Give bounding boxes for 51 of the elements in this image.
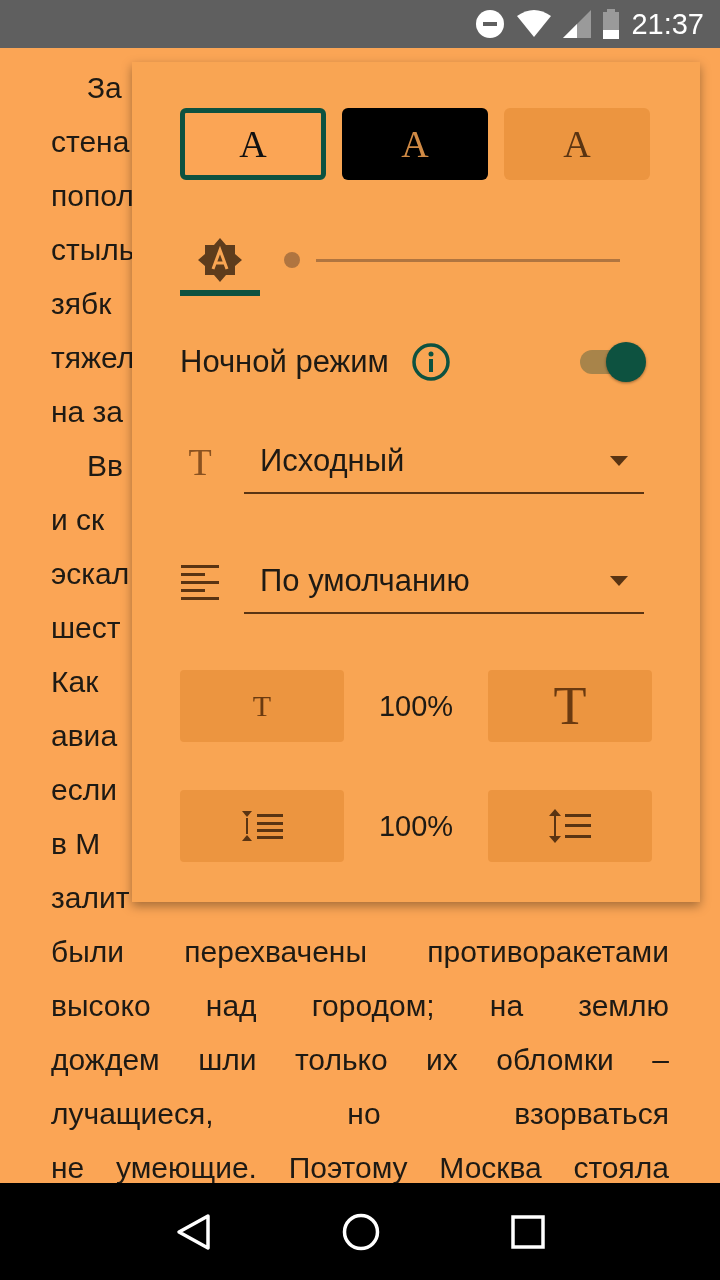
recents-icon[interactable] [510,1214,545,1249]
battery-icon [603,9,620,39]
wifi-icon [517,10,552,38]
brightness-slider[interactable] [284,250,620,270]
theme-button[interactable]: A [504,108,650,180]
text-line: попол [51,178,134,214]
do-not-disturb-icon [475,9,506,39]
text-line: авиа [51,718,118,754]
alignment-dropdown[interactable]: По умолчанию [244,550,644,614]
home-icon[interactable] [342,1212,380,1251]
theme-button[interactable]: A [342,108,488,180]
text-line: За [86,70,122,106]
auto-brightness-icon [197,237,243,283]
caret-icon [610,456,628,466]
text-line: стыль [51,232,135,268]
decrease-font-button[interactable]: T [180,670,344,742]
caret-icon [610,576,628,586]
text-line: высоко над городом; на землю [51,988,669,1024]
line-spacing-icon [549,809,591,843]
line-spacing-icon [241,809,283,843]
night-mode-label: Ночной режим [180,344,389,380]
font-size-value: 100% [377,689,455,723]
text-line: на за [51,394,124,430]
text-line: Вв [86,448,123,484]
line-spacing-value: 100% [377,809,455,843]
increase-spacing-button[interactable] [488,790,652,862]
text-line: дождем шли только их обломки – [51,1042,669,1078]
night-mode-switch[interactable] [580,342,646,382]
text-line: зябк [51,286,112,322]
back-icon[interactable] [175,1212,212,1251]
text-line: стена [51,124,130,160]
align-icon [181,564,219,600]
text-line: залит [51,880,130,916]
text-line: лучащиеся, но взорваться [51,1096,669,1132]
font-icon: T [180,440,220,484]
text-line: Как [51,664,99,700]
decrease-spacing-button[interactable] [180,790,344,862]
slider-thumb[interactable] [284,252,300,268]
signal-icon [563,10,592,38]
text-line: тяжел [51,340,135,376]
text-line: эскал [51,556,130,592]
increase-font-button[interactable]: T [488,670,652,742]
info-icon[interactable] [410,342,451,382]
theme-button[interactable]: A [180,108,326,180]
text-line: в М [51,826,101,862]
status-time: 21:37 [631,7,704,41]
text-line: шест [51,610,121,646]
font-dropdown[interactable]: Исходный [244,430,644,494]
text-line: и ск [51,502,105,538]
text-line: были перехвачены противоракетами [51,934,669,970]
text-line: если [51,772,117,808]
